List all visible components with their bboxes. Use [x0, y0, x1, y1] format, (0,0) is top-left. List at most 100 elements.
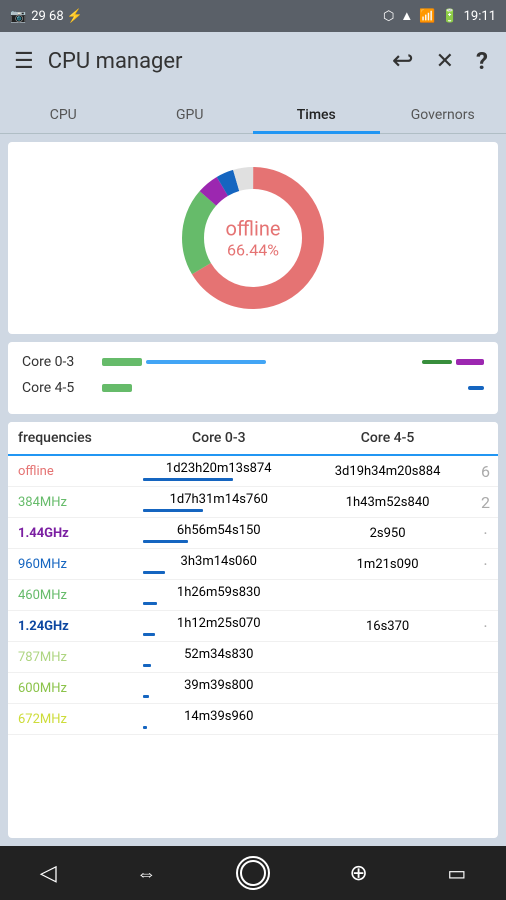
freq-cell-core45: 16s370	[302, 611, 471, 642]
donut-center-text: offline 66.44%	[226, 217, 281, 260]
donut-card: offline 66.44%	[8, 142, 498, 334]
status-bar-left: 📷 29 68 ⚡	[10, 9, 83, 24]
core-bar-track-1	[102, 378, 484, 398]
status-numbers: 29 68 ⚡	[31, 9, 83, 24]
tab-bar: CPU GPU Times Governors	[0, 90, 506, 134]
core-bar-row-0: Core 0-3	[22, 352, 484, 372]
app-title: CPU manager	[48, 49, 374, 74]
freq-cell-core03: 6h56m54s150	[133, 518, 302, 549]
core-bar-green-0	[102, 358, 142, 366]
wifi-icon: ▲	[400, 8, 413, 24]
freq-cell-core45	[302, 704, 471, 735]
freq-cell-core45	[302, 580, 471, 611]
back-button[interactable]: ↩	[388, 42, 418, 80]
freq-cell-name: 960MHz	[8, 549, 133, 580]
nav-download-button[interactable]: ⊕	[349, 861, 367, 886]
freq-cell-extra: 2	[471, 487, 498, 518]
main-content: offline 66.44% Core 0-3 Core 4-5	[0, 134, 506, 846]
freq-table-header-row: frequencies Core 0-3 Core 4-5	[8, 422, 498, 455]
freq-cell-core03: 1d23h20m13s874	[133, 455, 302, 487]
toolbar: ☰ CPU manager ↩ ✕ ?	[0, 32, 506, 90]
bluetooth-icon: ⬡	[383, 9, 394, 24]
nav-compress-button[interactable]: ⇔	[136, 861, 156, 886]
freq-cell-name: 460MHz	[8, 580, 133, 611]
nav-square-button[interactable]: ▭	[447, 861, 466, 885]
freq-cell-core03: 3h3m14s060	[133, 549, 302, 580]
table-row: 384MHz 1d7h31m14s760 1h43m52s840 2	[8, 487, 498, 518]
bar-green-right-0	[422, 360, 452, 364]
freq-cell-core45: 2s950	[302, 518, 471, 549]
freq-cell-core03: 1h12m25s070	[133, 611, 302, 642]
close-button[interactable]: ✕	[432, 45, 458, 78]
freq-table: frequencies Core 0-3 Core 4-5 offline 1d…	[8, 422, 498, 735]
freq-cell-extra: ·	[471, 549, 498, 580]
nav-home-button[interactable]	[236, 856, 270, 890]
core-bar-label-1: Core 4-5	[22, 380, 102, 396]
tab-times[interactable]: Times	[253, 97, 380, 134]
freq-cell-core03: 52m34s830	[133, 642, 302, 673]
tab-gpu[interactable]: GPU	[127, 97, 254, 134]
bars-card: Core 0-3 Core 4-5	[8, 342, 498, 414]
nav-bar: ◁ ⇔ ⊕ ▭	[0, 846, 506, 900]
home-circle-icon	[239, 859, 267, 887]
freq-cell-core03: 1h26m59s830	[133, 580, 302, 611]
table-row: 672MHz 14m39s960	[8, 704, 498, 735]
table-row: 787MHz 52m34s830	[8, 642, 498, 673]
table-row: 1.44GHz 6h56m54s150 2s950 ·	[8, 518, 498, 549]
freq-cell-core45	[302, 642, 471, 673]
help-button[interactable]: ?	[472, 43, 492, 79]
freq-cell-extra: ·	[471, 518, 498, 549]
freq-cell-extra: 6	[471, 455, 498, 487]
bar-blue-small-1	[468, 386, 484, 390]
core-bar-row-1: Core 4-5	[22, 378, 484, 398]
table-row: 1.24GHz 1h12m25s070 16s370 ·	[8, 611, 498, 642]
status-bar: 📷 29 68 ⚡ ⬡ ▲ 📶 🔋 19:11	[0, 0, 506, 32]
table-row: offline 1d23h20m13s874 3d19h34m20s884 6	[8, 455, 498, 487]
donut-percent: 66.44%	[226, 241, 281, 260]
photo-icon: 📷	[10, 9, 26, 24]
time-display: 19:11	[464, 9, 496, 24]
table-row: 960MHz 3h3m14s060 1m21s090 ·	[8, 549, 498, 580]
freq-cell-name: 384MHz	[8, 487, 133, 518]
signal-icon: 📶	[419, 9, 435, 24]
freq-cell-extra	[471, 704, 498, 735]
freq-cell-core45: 3d19h34m20s884	[302, 455, 471, 487]
table-row: 460MHz 1h26m59s830	[8, 580, 498, 611]
freq-header-extra	[471, 422, 498, 455]
freq-header-core45: Core 4-5	[302, 422, 471, 455]
freq-table-card: frequencies Core 0-3 Core 4-5 offline 1d…	[8, 422, 498, 838]
freq-cell-core45: 1h43m52s840	[302, 487, 471, 518]
freq-header-core03: Core 0-3	[133, 422, 302, 455]
freq-cell-core03: 14m39s960	[133, 704, 302, 735]
freq-cell-core03: 39m39s800	[133, 673, 302, 704]
core-bar-track-0	[102, 352, 484, 372]
freq-cell-core45	[302, 673, 471, 704]
core-bar-blue-0	[146, 360, 266, 364]
freq-cell-core45: 1m21s090	[302, 549, 471, 580]
freq-cell-extra	[471, 642, 498, 673]
battery-icon: 🔋	[441, 9, 457, 24]
core-bar-right-1	[468, 386, 484, 390]
freq-cell-name: 1.44GHz	[8, 518, 133, 549]
freq-cell-core03: 1d7h31m14s760	[133, 487, 302, 518]
core-bar-label-0: Core 0-3	[22, 354, 102, 370]
status-bar-right: ⬡ ▲ 📶 🔋 19:11	[383, 8, 496, 24]
freq-cell-extra	[471, 673, 498, 704]
donut-chart: offline 66.44%	[173, 158, 333, 318]
core-bar-green-1	[102, 384, 132, 392]
freq-cell-name: 787MHz	[8, 642, 133, 673]
table-row: 600MHz 39m39s800	[8, 673, 498, 704]
freq-cell-extra	[471, 580, 498, 611]
freq-cell-name: 1.24GHz	[8, 611, 133, 642]
bar-purple-right-0	[456, 359, 484, 365]
freq-cell-name: 600MHz	[8, 673, 133, 704]
freq-cell-extra: ·	[471, 611, 498, 642]
freq-header-frequencies: frequencies	[8, 422, 133, 455]
tab-governors[interactable]: Governors	[380, 97, 506, 134]
core-bar-right-0	[422, 359, 484, 365]
tab-cpu[interactable]: CPU	[0, 97, 127, 134]
freq-cell-name: offline	[8, 455, 133, 487]
freq-cell-name: 672MHz	[8, 704, 133, 735]
menu-button[interactable]: ☰	[14, 49, 34, 74]
nav-back-button[interactable]: ◁	[40, 861, 57, 886]
